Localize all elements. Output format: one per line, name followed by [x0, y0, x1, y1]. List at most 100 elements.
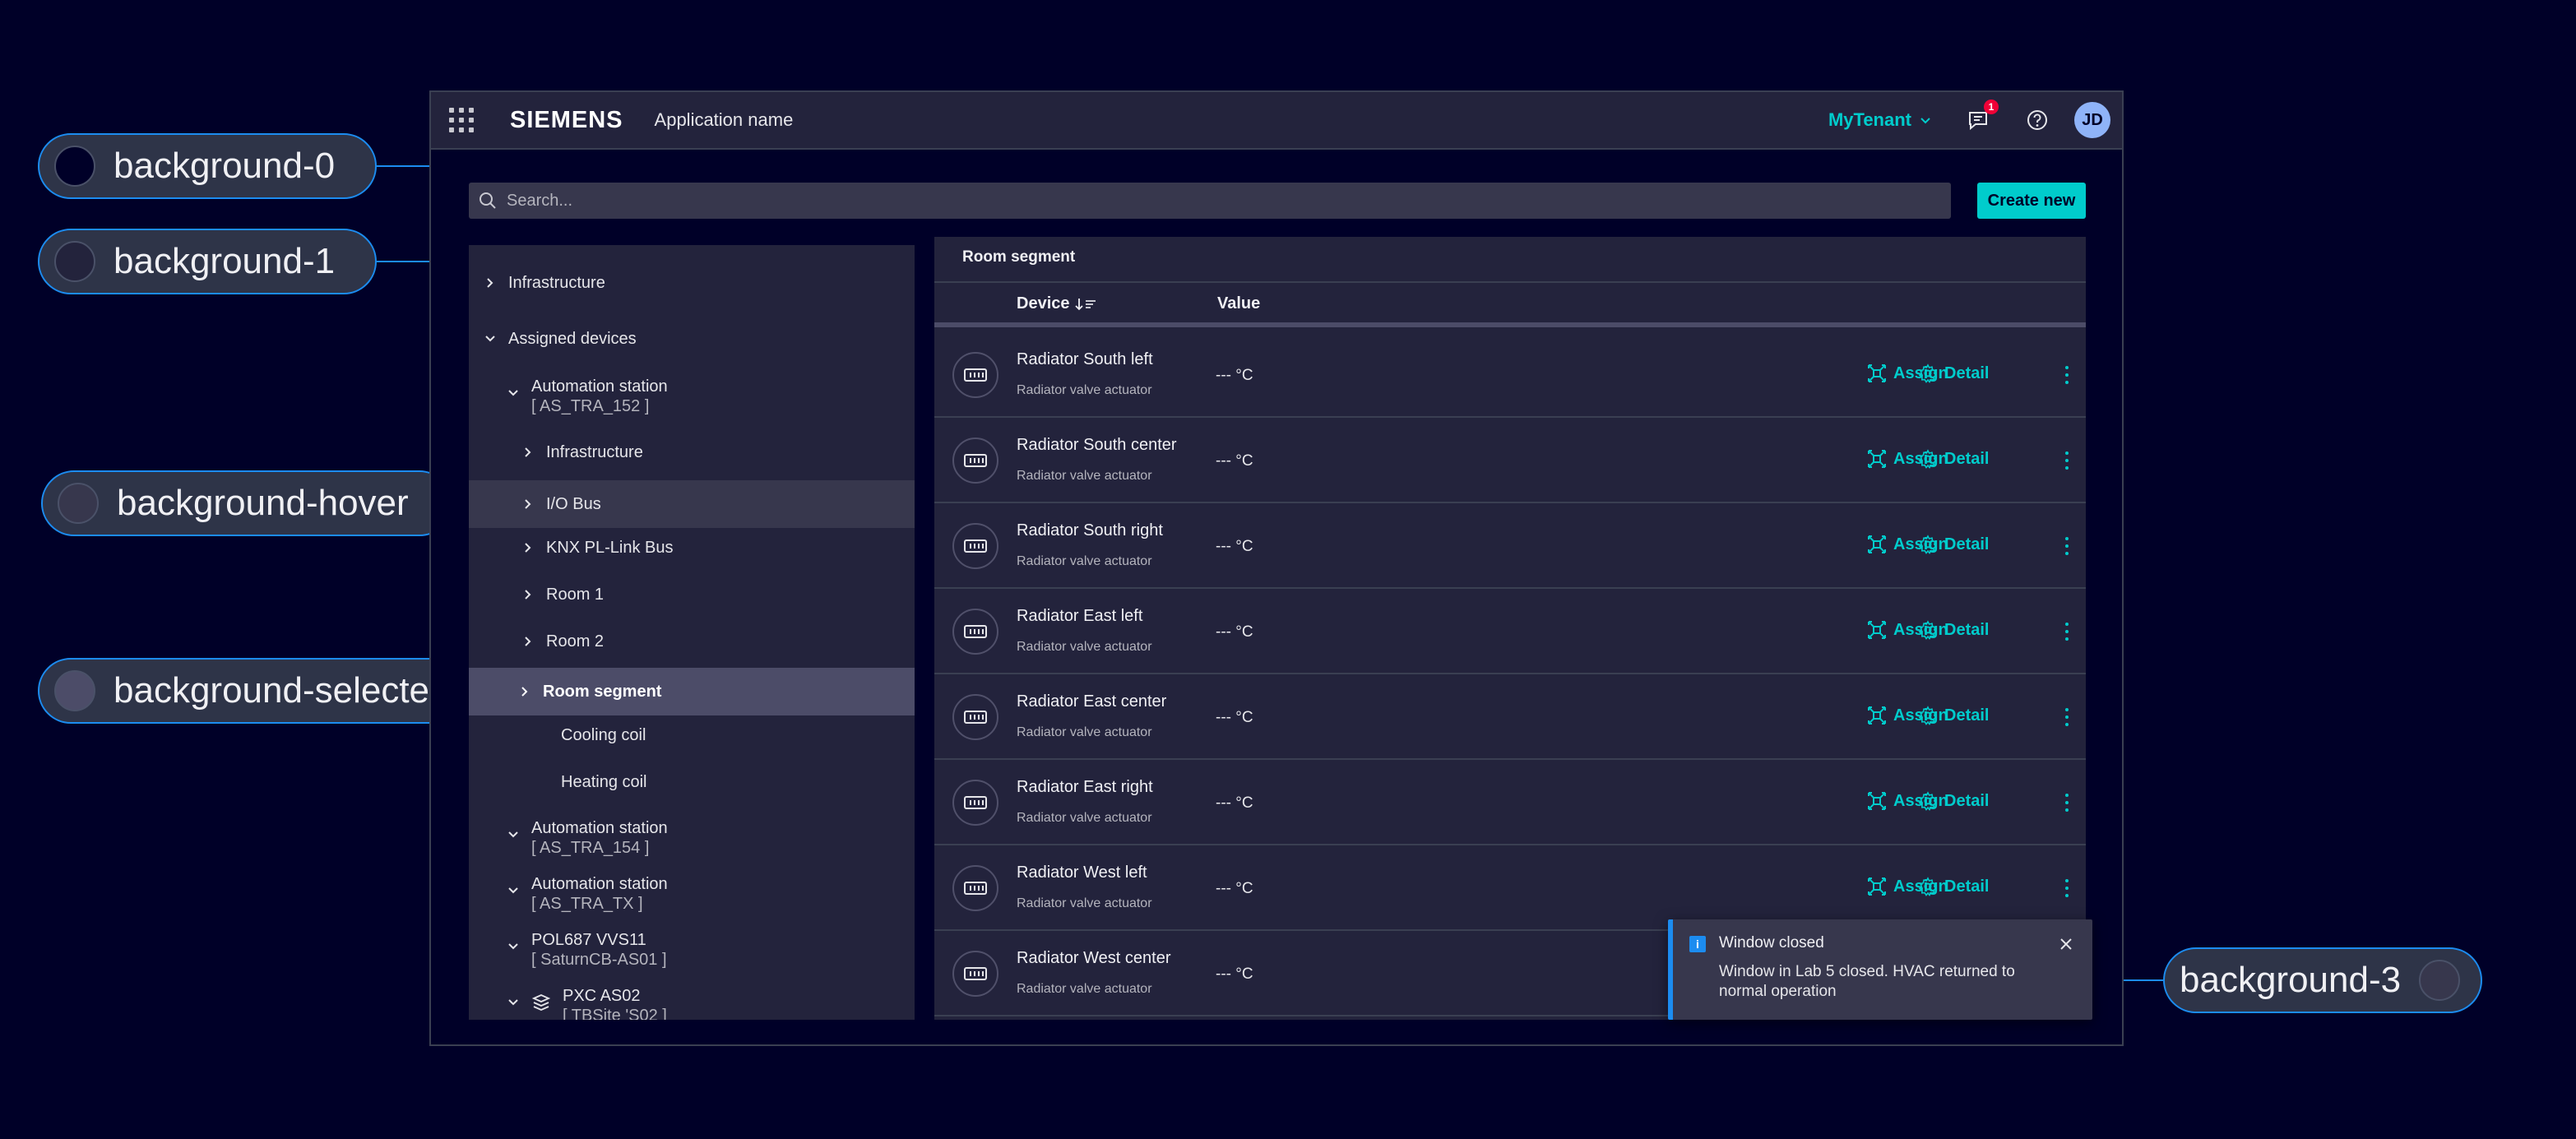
close-icon[interactable] [2056, 934, 2076, 954]
radiator-icon [952, 780, 998, 826]
tenant-switcher[interactable]: MyTenant [1828, 109, 1931, 131]
detail-label: Detail [1944, 535, 1990, 553]
more-options-icon[interactable] [2061, 449, 2073, 472]
detail-label: Detail [1944, 449, 1990, 468]
tree-item-label: Room 1 [546, 586, 605, 604]
tree-item[interactable]: Heating coil [469, 772, 915, 799]
swatch-background-3 [2419, 960, 2461, 1001]
top-bar: SIEMENS Application name MyTenant 1 JD [431, 92, 2122, 150]
user-avatar[interactable]: JD [2074, 102, 2110, 138]
more-options-icon[interactable] [2061, 791, 2073, 814]
callout-label: background-1 [114, 241, 336, 281]
chevron-right-icon [525, 447, 531, 457]
search-input[interactable] [507, 191, 1951, 211]
device-type: Radiator valve actuator [1017, 554, 1152, 568]
assign-icon [1868, 364, 1886, 382]
device-tree: Infrastructure Assigned devices Automati… [469, 245, 915, 1020]
toast-message: Window in Lab 5 closed. HVAC returned to… [1719, 963, 2015, 1000]
assign-icon [1868, 792, 1886, 810]
application-window: SIEMENS Application name MyTenant 1 JD C… [429, 90, 2124, 1046]
radiator-icon [952, 352, 998, 398]
tenant-label: MyTenant [1828, 109, 1911, 130]
tree-item-label: Automation station [531, 819, 668, 837]
tree-item-hover[interactable]: I/O Bus [469, 480, 915, 528]
tree-item[interactable]: Automation station [ AS_TRA_154 ] [469, 818, 915, 861]
tree-item[interactable]: POL687 VVS11 [ SaturnCB-AS01 ] [469, 930, 915, 973]
chevron-down-icon [508, 943, 518, 950]
tree-item[interactable]: Assigned devices [469, 329, 915, 355]
tree-item[interactable]: KNX PL-Link Bus [469, 538, 915, 564]
chevron-down-icon [1920, 118, 1930, 124]
table-row[interactable]: Radiator South right Radiator valve actu… [934, 503, 2086, 589]
more-options-icon[interactable] [2061, 363, 2073, 387]
tree-item[interactable]: Automation station[ AS_TRA_152 ] [469, 377, 915, 419]
table-row[interactable]: Radiator East right Radiator valve actua… [934, 760, 2086, 845]
detail-button[interactable]: Detail [1918, 620, 1989, 640]
assign-icon [1868, 621, 1886, 639]
more-options-icon[interactable] [2061, 620, 2073, 643]
gear-icon [1918, 449, 1938, 469]
table-row[interactable]: Radiator South left Radiator valve actua… [934, 332, 2086, 418]
tree-item[interactable]: PXC AS02 [ TBSite 'S02 ] [469, 986, 915, 1020]
column-header-value[interactable]: Value [1217, 294, 1260, 313]
table-row[interactable]: Radiator West left Radiator valve actuat… [934, 845, 2086, 931]
device-table-panel: Room segment Device Value Radiator South… [934, 237, 2086, 1020]
device-name: Radiator South center [1017, 436, 1177, 454]
help-button[interactable] [2025, 108, 2050, 132]
toast-title: Window closed [1719, 934, 1824, 951]
tree-item-selected[interactable]: Room segment [469, 668, 915, 715]
sort-descending-icon [1074, 298, 1096, 310]
chevron-down-icon [508, 887, 518, 894]
tree-item-label: Cooling coil [561, 726, 646, 744]
table-header: Device Value [934, 281, 2086, 327]
detail-button[interactable]: Detail [1918, 363, 1989, 383]
search-bar[interactable] [469, 183, 1951, 219]
device-type: Radiator valve actuator [1017, 982, 1152, 996]
detail-button[interactable]: Detail [1918, 791, 1989, 811]
callout-background-3: background-3 [2163, 947, 2482, 1013]
gear-icon [1918, 620, 1938, 640]
device-name: Radiator East center [1017, 692, 1167, 711]
radiator-icon [952, 951, 998, 997]
device-name: Radiator West left [1017, 864, 1147, 882]
callout-label: background-0 [114, 146, 336, 186]
notifications-button[interactable]: 1 [1966, 100, 1999, 132]
search-icon [480, 192, 496, 209]
tree-item-label: Room 2 [546, 632, 605, 651]
table-row[interactable]: Radiator East center Radiator valve actu… [934, 674, 2086, 760]
device-type: Radiator valve actuator [1017, 725, 1152, 739]
app-launcher-icon[interactable] [449, 108, 474, 132]
table-row[interactable]: Radiator East left Radiator valve actuat… [934, 589, 2086, 674]
tree-item[interactable]: Automation station [ AS_TRA_TX ] [469, 874, 915, 917]
gear-icon [1918, 706, 1938, 725]
device-value: --- °C [1216, 538, 1253, 555]
swatch-background-hover [58, 483, 99, 524]
detail-button[interactable]: Detail [1918, 449, 1989, 469]
tree-item[interactable]: Room 1 [469, 585, 915, 611]
detail-button[interactable]: Detail [1918, 535, 1989, 554]
help-icon [2027, 110, 2047, 130]
callout-background-hover: background-hover [41, 470, 452, 536]
app-name: Application name [654, 109, 794, 130]
tree-item[interactable]: Room 2 [469, 632, 915, 658]
tree-item[interactable]: Infrastructure [469, 442, 915, 469]
tree-item[interactable]: Infrastructure [469, 273, 915, 299]
callout-label: background-hover [117, 483, 409, 523]
detail-button[interactable]: Detail [1918, 706, 1989, 725]
panel-title: Room segment [962, 248, 1076, 266]
table-row[interactable]: Radiator South center Radiator valve act… [934, 418, 2086, 503]
more-options-icon[interactable] [2061, 535, 2073, 558]
detail-label: Detail [1944, 363, 1990, 382]
more-options-icon[interactable] [2061, 706, 2073, 729]
device-value: --- °C [1216, 452, 1253, 470]
tree-item-sublabel: [ AS_TRA_TX ] [531, 895, 643, 913]
tree-item-sublabel: [ AS_TRA_154 ] [531, 839, 650, 857]
tree-item[interactable]: Cooling coil [469, 725, 915, 752]
chevron-right-icon [525, 637, 531, 646]
column-header-device[interactable]: Device [1017, 294, 1096, 313]
tree-item-label: Heating coil [561, 773, 647, 791]
more-options-icon[interactable] [2061, 877, 2073, 900]
detail-button[interactable]: Detail [1918, 877, 1989, 896]
create-new-button[interactable]: Create new [1977, 183, 2086, 219]
device-type: Radiator valve actuator [1017, 896, 1152, 910]
